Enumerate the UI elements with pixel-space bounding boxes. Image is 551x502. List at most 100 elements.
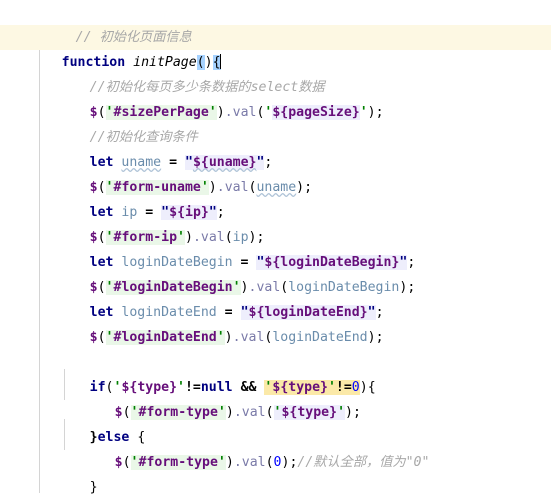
template-expr-type: ${type} xyxy=(281,405,338,420)
method-val: .val xyxy=(192,230,225,245)
jquery-dollar: $ xyxy=(89,105,98,120)
paren-close: ) xyxy=(367,105,376,120)
paren-open: ( xyxy=(224,230,233,245)
template-expr-type: ${type} xyxy=(121,380,178,395)
keyword-else: else xyxy=(97,430,130,445)
keyword-let: let xyxy=(89,205,114,220)
jquery-dollar: $ xyxy=(114,405,123,420)
paren-close: ) xyxy=(240,280,249,295)
selector-loginDateBegin: #loginDateBegin xyxy=(113,280,233,295)
quote-open: " xyxy=(184,155,193,170)
quote-close: ' xyxy=(216,330,225,345)
comment-text: //初始化每页多少条数据的select数据 xyxy=(89,80,325,95)
code-line-1[interactable]: // 初始化页面信息 xyxy=(0,0,551,45)
paren-close: ) xyxy=(225,405,234,420)
variable-loginDateEnd: loginDateEnd xyxy=(121,305,217,320)
semicolon: ; xyxy=(216,205,225,220)
variable-ip: ip xyxy=(232,230,249,245)
keyword-function: function xyxy=(61,55,126,70)
selector-loginDateEnd: #loginDateEnd xyxy=(113,330,217,345)
paren-close: ) xyxy=(216,105,225,120)
operator-assign: = xyxy=(224,305,233,320)
comment-text: //默认全部，值为"0" xyxy=(297,455,430,470)
semicolon: ; xyxy=(375,330,384,345)
semicolon: ; xyxy=(375,105,384,120)
keyword-if: if xyxy=(89,380,106,395)
operator-not-equal: != xyxy=(184,380,201,395)
template-expr-loginDateEnd: ${loginDateEnd} xyxy=(248,305,368,320)
variable-ip: ip xyxy=(121,205,138,220)
template-expr-uname: ${uname} xyxy=(192,155,257,170)
number-zero: 0 xyxy=(351,380,360,395)
selector-form-uname: #form-uname xyxy=(113,180,201,195)
quote-close: ' xyxy=(359,105,368,120)
paren-close: ) xyxy=(208,180,217,195)
paren-open-selected: ( xyxy=(196,55,205,70)
quote-close: ' xyxy=(208,105,217,120)
quote-open: ' xyxy=(130,455,139,470)
quote-close: ' xyxy=(200,180,209,195)
paren-open: ( xyxy=(97,330,106,345)
semicolon: ; xyxy=(264,155,273,170)
operator-not-equal: != xyxy=(335,380,352,395)
paren-close: ) xyxy=(225,455,234,470)
quote-close: ' xyxy=(217,405,226,420)
operator-and: && xyxy=(240,380,257,395)
paren-open: ( xyxy=(97,230,106,245)
semicolon: ; xyxy=(256,230,265,245)
semicolon: ; xyxy=(352,405,361,420)
quote-close: ' xyxy=(232,280,241,295)
semicolon: ; xyxy=(407,280,416,295)
keyword-let: let xyxy=(89,155,114,170)
comment-text: //初始化查询条件 xyxy=(89,130,198,145)
selector-form-ip: #form-ip xyxy=(113,230,178,245)
paren-open: ( xyxy=(122,405,131,420)
quote-close: " xyxy=(367,305,376,320)
paren-open: ( xyxy=(265,455,274,470)
paren-close: ) xyxy=(248,230,257,245)
keyword-null: null xyxy=(200,380,233,395)
comment-text: // 初始化页面信息 xyxy=(75,30,192,45)
method-val: .val xyxy=(216,180,249,195)
paren-close: ) xyxy=(204,55,213,70)
code-line-15[interactable]: if('${type}'!=null && '${type}'!=0){ xyxy=(0,350,551,395)
jquery-dollar: $ xyxy=(114,455,123,470)
brace-close: } xyxy=(89,480,98,495)
quote-open: ' xyxy=(105,105,114,120)
paren-close: ) xyxy=(184,230,193,245)
quote-close: ' xyxy=(327,380,336,395)
quote-close: ' xyxy=(337,405,346,420)
paren-close: ) xyxy=(359,380,368,395)
operator-assign: = xyxy=(169,155,178,170)
quote-open: ' xyxy=(105,330,114,345)
paren-open: ( xyxy=(97,105,106,120)
variable-uname: uname xyxy=(256,180,297,195)
code-lines[interactable]: // 初始化页面信息 function initPage(){ //初始化每页多… xyxy=(0,0,551,500)
jquery-dollar: $ xyxy=(89,230,98,245)
variable-loginDateBegin: loginDateBegin xyxy=(288,280,400,295)
semicolon: ; xyxy=(407,255,416,270)
quote-open: " xyxy=(161,205,170,220)
quote-open: ' xyxy=(130,405,139,420)
brace-open: { xyxy=(367,380,376,395)
quote-close: ' xyxy=(177,380,185,395)
quote-close: ' xyxy=(177,230,185,245)
jquery-dollar: $ xyxy=(89,330,98,345)
quote-close: " xyxy=(208,205,217,220)
paren-close: ) xyxy=(224,330,233,345)
quote-open: ' xyxy=(105,180,114,195)
keyword-let: let xyxy=(89,305,114,320)
method-val: .val xyxy=(224,105,257,120)
jquery-dollar: $ xyxy=(89,280,98,295)
variable-loginDateBegin: loginDateBegin xyxy=(121,255,233,270)
brace-open: { xyxy=(137,430,146,445)
paren-open: ( xyxy=(265,405,274,420)
paren-close: ) xyxy=(345,405,353,420)
method-val: .val xyxy=(233,405,266,420)
selector-form-type: #form-type xyxy=(138,405,218,420)
variable-uname: uname xyxy=(121,155,162,170)
code-editor[interactable]: // 初始化页面信息 function initPage(){ //初始化每页多… xyxy=(0,0,551,502)
semicolon: ; xyxy=(375,305,384,320)
jquery-dollar: $ xyxy=(89,180,98,195)
